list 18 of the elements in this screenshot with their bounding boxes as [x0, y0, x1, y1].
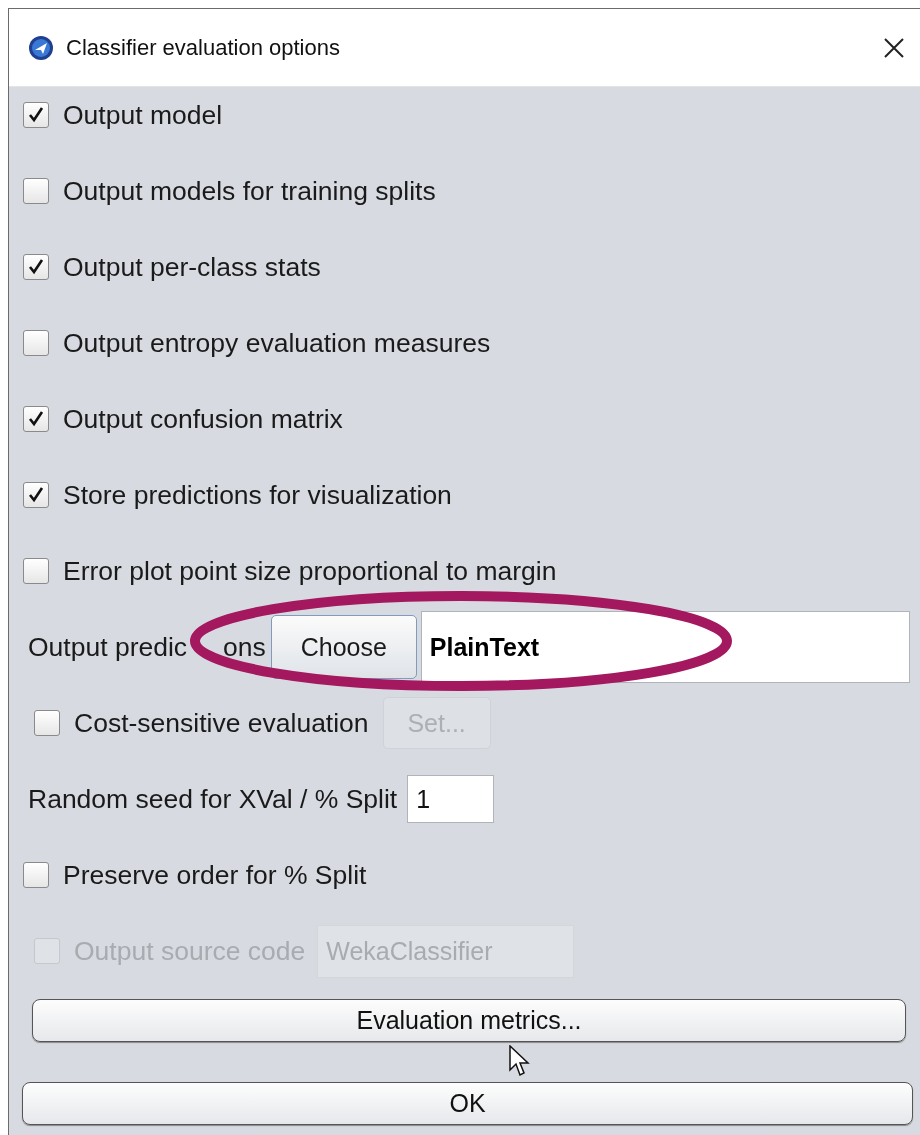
evaluation-metrics-button[interactable]: Evaluation metrics... [32, 999, 906, 1042]
option-label: Error plot point size proportional to margin [63, 555, 557, 587]
choose-button[interactable]: Choose [270, 615, 417, 679]
number-field[interactable]: 1 [407, 775, 495, 823]
option-label: Output confusion matrix [63, 403, 343, 435]
option-label: Output entropy evaluation measures [63, 327, 491, 359]
option-label: Output model [63, 99, 223, 131]
field-label: Random seed for XVal / % Split [28, 783, 398, 815]
option-label: Store predictions for visualization [63, 479, 452, 511]
field-label: ons [223, 633, 266, 661]
option-label: Preserve order for % Split [63, 859, 367, 891]
option-label: Cost-sensitive evaluation [74, 707, 369, 739]
window-title: Classifier evaluation options [66, 34, 341, 61]
field-label: Output predic [28, 631, 188, 663]
option-label: Output per-class stats [63, 251, 321, 283]
ok-button[interactable]: OK [22, 1082, 913, 1125]
text-field[interactable]: PlainText [420, 611, 910, 683]
option-label: Output models for training splits [63, 175, 436, 207]
